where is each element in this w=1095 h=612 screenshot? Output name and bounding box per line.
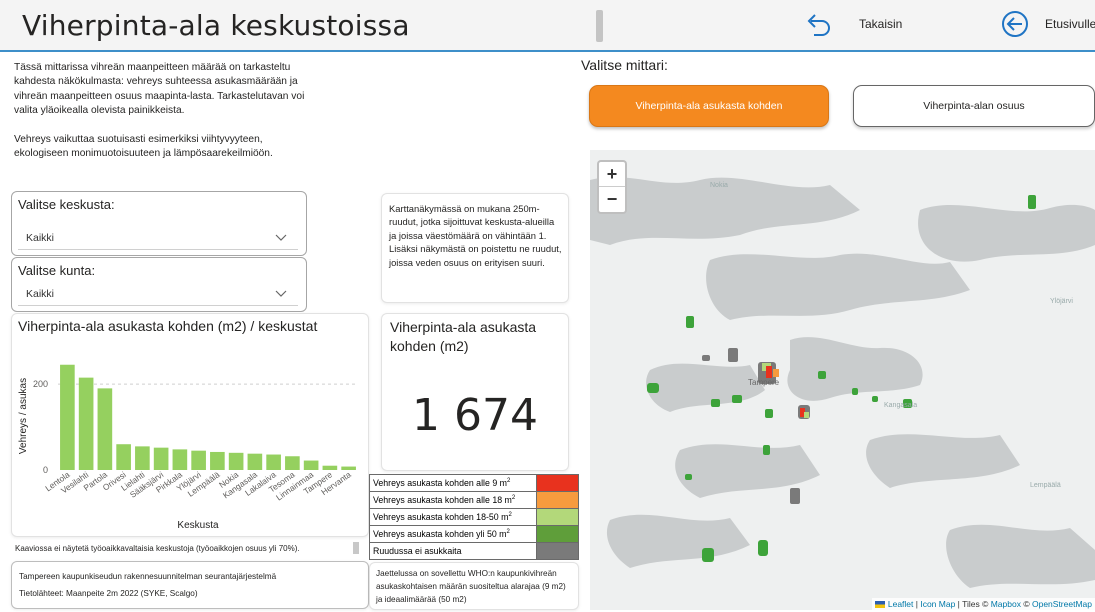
intro-paragraph-2: Vehreys vaikuttaa suotuisasti esimerkiks…: [14, 133, 273, 160]
kunta-dropdown-value: Kaikki: [26, 288, 55, 300]
map-place-label: Lempäälä: [1030, 482, 1061, 489]
legend-row: Vehreys asukasta kohden yli 50 m2: [369, 525, 579, 543]
kunta-slicer: Valitse kunta: Kaikki: [11, 257, 307, 312]
iconmap-link[interactable]: Icon Map: [920, 599, 955, 609]
chevron-down-icon: [275, 290, 287, 297]
legend-label: Vehreys asukasta kohden yli 50 m2: [369, 525, 537, 543]
flag-icon: [875, 601, 886, 609]
kpi-card: Viherpinta-ala asukasta kohden (m2) 1 67…: [381, 313, 569, 471]
zoom-out-button[interactable]: −: [599, 187, 625, 212]
legend-label: Vehreys asukasta kohden 18-50 m2: [369, 508, 537, 526]
chart-footnote: Kaaviossa ei näytetä työoaikkavaltaisia …: [15, 544, 300, 553]
intro-paragraph-1: Tässä mittarissa vihreän maanpeitteen mä…: [14, 62, 305, 117]
tiles-label: Tiles ©: [962, 599, 989, 609]
legend-row: Vehreys asukasta kohden alle 9 m2: [369, 474, 579, 492]
bar: [303, 460, 319, 470]
keskusta-dropdown[interactable]: Kaikki: [18, 228, 298, 250]
per-resident-button[interactable]: Viherpinta-ala asukasta kohden: [589, 85, 829, 127]
chart-title: Viherpinta-ala asukasta kohden (m2) / ke…: [18, 318, 318, 334]
keskusta-dropdown-value: Kaikki: [26, 232, 55, 244]
bar: [172, 449, 188, 470]
map-info-text: Karttanäkymässä on mukana 250m-ruudut, j…: [389, 203, 562, 268]
kunta-dropdown[interactable]: Kaikki: [18, 284, 298, 306]
who-note-card: Jaettelussa on sovellettu WHO:n kaupunki…: [369, 562, 579, 610]
map-view[interactable]: Nokia Tampere Kangasala Lempäälä Ylöjärv…: [590, 150, 1095, 610]
legend-row: Vehreys asukasta kohden alle 18 m2: [369, 491, 579, 509]
source-line-1: Tampereen kaupunkiseudun rakennesuunnite…: [19, 572, 277, 581]
bar-chart: 0200Vehreys / asukasLentolaVesilahtiPart…: [18, 364, 358, 531]
bar: [78, 377, 94, 470]
chart-footnote-box: Kaaviossa ei näytetä työoaikkavaltaisia …: [11, 540, 369, 558]
keskusta-slicer: Valitse keskusta: Kaikki: [11, 191, 307, 256]
osm-link[interactable]: OpenStreetMap: [1032, 599, 1092, 609]
kpi-title: Viherpinta-ala asukasta kohden (m2): [390, 319, 537, 354]
legend-swatch: [536, 525, 579, 543]
bar: [97, 388, 113, 470]
kpi-value: 1 674: [412, 390, 538, 441]
who-note-text: Jaettelussa on sovellettu WHO:n kaupunki…: [376, 569, 566, 604]
kunta-slicer-label: Valitse kunta:: [18, 263, 96, 278]
legend-label: Vehreys asukasta kohden alle 18 m2: [369, 491, 537, 509]
bar: [285, 456, 300, 470]
legend-swatch: [536, 474, 579, 492]
bar: [60, 364, 75, 470]
bar: [266, 454, 281, 470]
mittari-label: Valitse mittari:: [581, 57, 668, 73]
source-card: Tampereen kaupunkiseudun rakennesuunnite…: [11, 561, 369, 609]
leaflet-link[interactable]: Leaflet: [888, 599, 914, 609]
map-place-label: Nokia: [710, 182, 728, 189]
page-title: Viherpinta-ala keskustoissa: [22, 9, 410, 42]
home-link[interactable]: Etusivulle: [1045, 17, 1095, 31]
legend-swatch: [536, 542, 579, 560]
copyright-label: ©: [1023, 599, 1030, 609]
legend-swatch: [536, 491, 579, 509]
back-link[interactable]: Takaisin: [859, 17, 902, 31]
map-info-card: Karttanäkymässä on mukana 250m-ruudut, j…: [381, 193, 569, 303]
mapbox-link[interactable]: Mapbox: [991, 599, 1021, 609]
map-place-label: Tampere: [748, 378, 780, 387]
footnote-scrollbar[interactable]: [353, 542, 359, 554]
map-tiles: [590, 177, 1095, 588]
intro-text: Tässä mittarissa vihreän maanpeitteen mä…: [14, 61, 314, 175]
legend-label: Ruudussa ei asukkaita: [369, 542, 537, 560]
bar: [228, 452, 244, 470]
legend-label: Vehreys asukasta kohden alle 9 m2: [369, 474, 537, 492]
header-bar: Viherpinta-ala keskustoissa Takaisin Etu…: [0, 0, 1095, 52]
y-axis-label: Vehreys / asukas: [18, 378, 29, 454]
source-line-2: Tietolähteet: Maanpeite 2m 2022 (SYKE, S…: [19, 589, 198, 598]
map-place-label: Ylöjärvi: [1050, 298, 1073, 305]
chevron-down-icon: [275, 234, 287, 241]
share-button[interactable]: Viherpinta-alan osuus: [853, 85, 1095, 127]
legend-swatch: [536, 508, 579, 526]
x-axis-label: Keskusta: [177, 520, 219, 531]
y-tick-label: 0: [43, 465, 48, 475]
home-arrow-circle-icon[interactable]: [1000, 9, 1030, 39]
bar: [210, 451, 225, 470]
bar: [341, 466, 356, 470]
bar: [135, 446, 150, 470]
bar: [191, 450, 206, 470]
legend-row: Vehreys asukasta kohden 18-50 m2: [369, 508, 579, 526]
header-divider: [596, 10, 603, 42]
map-attribution: Leaflet | Icon Map | Tiles © Mapbox © Op…: [872, 598, 1095, 610]
legend-table: Vehreys asukasta kohden alle 9 m2 Vehreys…: [369, 474, 579, 560]
back-arrow-icon[interactable]: [802, 9, 832, 39]
bar: [322, 465, 338, 470]
zoom-in-button[interactable]: +: [599, 162, 625, 187]
legend-row: Ruudussa ei asukkaita: [369, 542, 579, 560]
bar: [116, 444, 131, 470]
bar: [153, 447, 169, 470]
bar: [247, 453, 263, 470]
bar-chart-card: Viherpinta-ala asukasta kohden (m2) / ke…: [11, 313, 369, 537]
map-place-label: Kangasala: [884, 402, 918, 409]
zoom-control: + −: [597, 160, 627, 214]
y-tick-label: 200: [33, 379, 48, 389]
keskusta-slicer-label: Valitse keskusta:: [18, 197, 115, 212]
